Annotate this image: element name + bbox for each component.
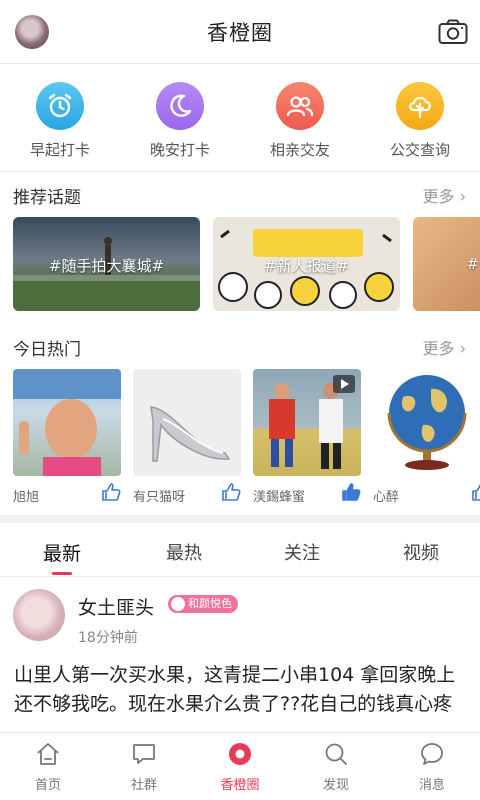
feed-tabs: 最新 最热 关注 视频	[0, 523, 480, 577]
post-author-avatar[interactable]	[13, 589, 65, 641]
search-icon	[325, 743, 347, 765]
post-content: 山里人第一次买水果，这青提二小串104 拿回家晚上还不够我吃。现在水果介么贵了?…	[14, 664, 456, 715]
nav-label: 香橙圈	[220, 778, 260, 793]
hot-item[interactable]: 旭旭	[13, 369, 121, 505]
tree-icon	[396, 82, 444, 130]
thumbs-up-icon[interactable]	[471, 483, 480, 501]
tab-hottest[interactable]: 最热	[144, 539, 224, 565]
top-header: 香橙圈	[0, 0, 480, 64]
more-link[interactable]: 更多 ›	[422, 183, 466, 207]
tab-label: 视频	[403, 543, 439, 564]
quick-action-dating[interactable]: 相亲交友	[245, 82, 355, 160]
home-icon	[37, 743, 59, 765]
topic-label: #	[466, 255, 479, 273]
tab-label: 最热	[166, 543, 202, 564]
hot-item-author: 渼錫蜂蜜	[253, 490, 306, 505]
nav-label: 社群	[130, 778, 157, 793]
globe-photo	[387, 375, 467, 470]
quick-action-night-checkin[interactable]: 晚安打卡	[125, 82, 235, 160]
orange-circle-icon	[229, 743, 251, 765]
tab-latest[interactable]: 最新	[22, 539, 102, 575]
high-heel-photo	[150, 406, 231, 462]
more-link[interactable]: 更多 ›	[422, 335, 466, 359]
tab-following[interactable]: 关注	[262, 539, 342, 565]
nav-community[interactable]: 社群	[109, 741, 179, 793]
bottom-navigation: 首页 社群 香橙圈 发现 消息	[0, 732, 480, 800]
nav-label: 消息	[418, 778, 445, 793]
thumbs-up-icon[interactable]	[221, 483, 241, 501]
chevron-right-icon: ›	[459, 339, 466, 358]
quick-action-label: 早起打卡	[29, 141, 90, 159]
camera-icon[interactable]	[438, 18, 468, 46]
topic-label: #新人报道#	[263, 257, 350, 275]
app-root: 香橙圈 早起打卡 晚安打卡 相亲交友 公交查询 推荐话题 更多 › #随手拍大襄…	[0, 0, 480, 800]
section-title: 推荐话题	[13, 188, 81, 208]
people-icon	[276, 82, 324, 130]
topic-card[interactable]: #	[413, 217, 480, 311]
today-hot-header: 今日热门 更多 ›	[0, 325, 480, 365]
chat-box-icon	[133, 744, 155, 764]
hot-item[interactable]: 有只猫呀	[133, 369, 241, 505]
hot-item-author: 心醉	[373, 490, 400, 505]
quick-action-label: 公交查询	[389, 141, 450, 159]
tab-video[interactable]: 视频	[381, 539, 461, 565]
hot-item-image	[13, 369, 121, 476]
badge-icon	[171, 597, 185, 611]
chevron-right-icon: ›	[459, 187, 466, 206]
badge-label: 和颜悦色	[188, 597, 232, 610]
post-author-name[interactable]: 女土匪头	[78, 593, 154, 620]
message-icon	[421, 743, 443, 765]
topic-card[interactable]: #随手拍大襄城#	[13, 217, 200, 311]
nav-messages[interactable]: 消息	[397, 741, 467, 793]
hot-list: 旭旭 有只猫呀 渼錫蜂蜜 心醉	[13, 369, 480, 509]
page-title: 香橙圈	[207, 20, 273, 45]
topic-cards: #随手拍大襄城# #新人报道# #	[13, 217, 480, 311]
more-link-label: 更多	[422, 339, 455, 358]
hot-item[interactable]: 心醉	[373, 369, 480, 505]
hot-item-image	[373, 369, 480, 476]
topic-card[interactable]: #新人报道#	[213, 217, 400, 311]
nav-label: 首页	[34, 778, 61, 793]
hot-item-image	[133, 369, 241, 476]
section-title: 今日热门	[13, 340, 81, 360]
author-level-badge: 和颜悦色	[168, 595, 238, 613]
user-avatar[interactable]	[15, 15, 49, 49]
hot-item[interactable]: 渼錫蜂蜜	[253, 369, 361, 505]
post-time: 18分钟前	[78, 630, 138, 646]
hot-item-author: 旭旭	[13, 490, 40, 505]
quick-action-morning-checkin[interactable]: 早起打卡	[5, 82, 115, 160]
nav-label: 发现	[322, 778, 349, 793]
feed-post[interactable]: 女土匪头 和颜悦色 18分钟前 山里人第一次买水果，这青提二小串104 拿回家晚…	[0, 577, 480, 732]
tab-label: 最新	[42, 543, 81, 565]
hot-item-image	[253, 369, 361, 476]
thumbs-up-icon[interactable]	[101, 483, 121, 501]
tab-label: 关注	[284, 543, 320, 564]
section-divider	[0, 515, 480, 523]
topic-label: #随手拍大襄城#	[48, 257, 165, 275]
quick-action-bus-query[interactable]: 公交查询	[365, 82, 475, 160]
nav-discover[interactable]: 发现	[301, 741, 371, 793]
moon-icon	[156, 82, 204, 130]
hot-item-author: 有只猫呀	[133, 490, 186, 505]
nav-orange-circle[interactable]: 香橙圈	[205, 741, 275, 793]
thumbs-up-icon[interactable]	[341, 483, 361, 501]
alarm-clock-icon	[36, 82, 84, 130]
quick-actions: 早起打卡 晚安打卡 相亲交友 公交查询	[0, 64, 480, 172]
nav-home[interactable]: 首页	[13, 741, 83, 793]
active-tab-indicator	[52, 572, 72, 575]
recommended-topics-header: 推荐话题 更多 ›	[0, 173, 480, 213]
sports-video-thumbnail	[269, 375, 355, 469]
selfie-photo	[13, 369, 121, 476]
more-link-label: 更多	[422, 187, 455, 206]
quick-action-label: 晚安打卡	[149, 141, 210, 159]
quick-action-label: 相亲交友	[269, 141, 330, 159]
